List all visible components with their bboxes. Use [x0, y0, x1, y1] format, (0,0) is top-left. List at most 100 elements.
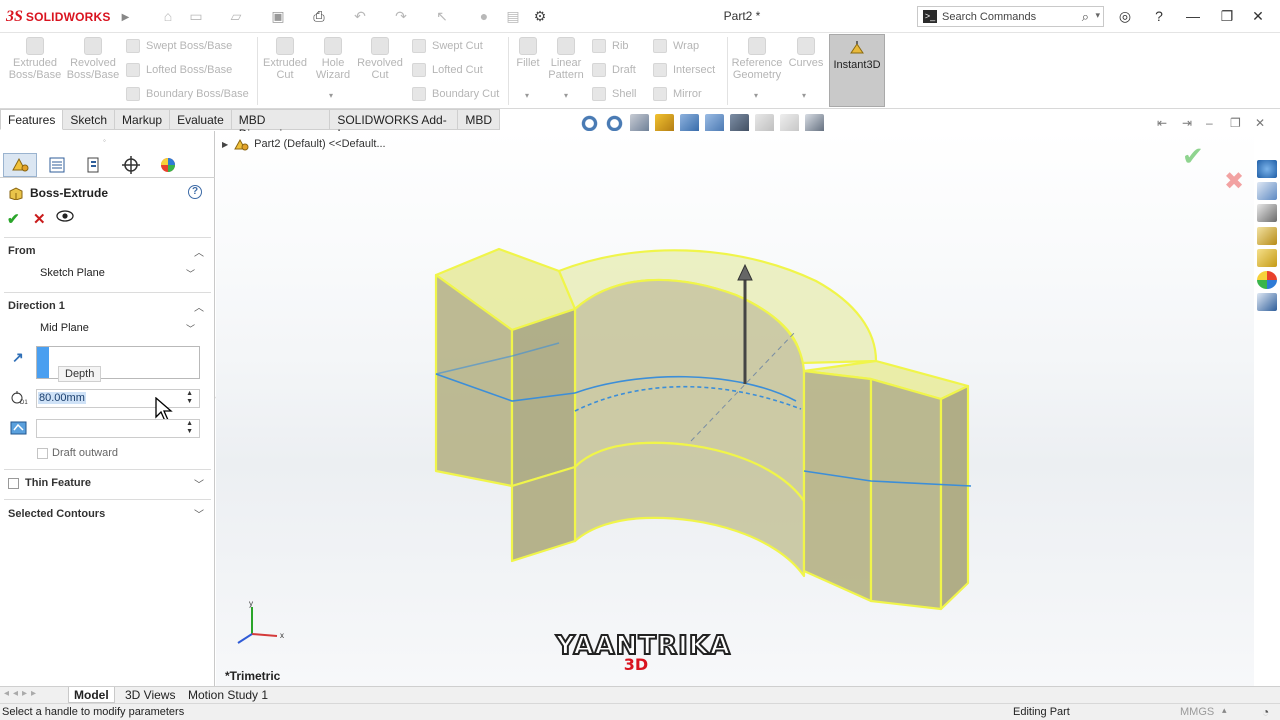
- save-icon[interactable]: ▣: [270, 8, 286, 24]
- user-account-icon[interactable]: ◎: [1115, 7, 1135, 25]
- dropdown-caret-icon[interactable]: ▾: [525, 91, 529, 100]
- view-settings-icon[interactable]: [805, 113, 824, 133]
- rib-button[interactable]: Rib: [592, 39, 629, 53]
- expand-chevron-icon[interactable]: ﹀: [194, 476, 204, 491]
- featuremanager-tab[interactable]: [3, 153, 37, 177]
- view-orientation-icon[interactable]: [680, 113, 699, 133]
- search-commands-input[interactable]: >_ Search Commands ⌕ ▾: [917, 6, 1104, 27]
- viewport-minimize-icon[interactable]: –: [1206, 116, 1213, 130]
- draft-outward-row[interactable]: Draft outward: [37, 447, 118, 459]
- lofted-boss-button[interactable]: Lofted Boss/Base: [126, 63, 232, 77]
- swept-cut-button[interactable]: Swept Cut: [412, 39, 483, 53]
- configurationmanager-tab[interactable]: [77, 153, 111, 177]
- solidworks-resources-icon[interactable]: [1257, 160, 1277, 178]
- cancel-button[interactable]: ✕: [33, 210, 46, 228]
- solidworks-logo[interactable]: 3S SOLIDWORKS ▶: [6, 8, 129, 26]
- dropdown-caret-icon[interactable]: ▾: [802, 91, 806, 100]
- menu-expand-icon[interactable]: ▶: [122, 12, 130, 23]
- end-condition-dropdown[interactable]: Mid Plane ﹀: [36, 319, 199, 337]
- select-icon[interactable]: ↖: [434, 8, 450, 24]
- collapse-chevron-icon[interactable]: ︿: [194, 299, 204, 314]
- dimxpert-tab[interactable]: [114, 153, 148, 177]
- collapse-chevron-icon[interactable]: ︿: [194, 244, 204, 259]
- mirror-button[interactable]: Mirror: [653, 87, 702, 101]
- tab-scroll-arrows-icon[interactable]: ◂◂▸▸: [4, 688, 40, 699]
- display-manager-tab[interactable]: [151, 153, 185, 177]
- dropdown-caret-icon[interactable]: ▾: [329, 91, 333, 100]
- ok-button[interactable]: ✔: [7, 210, 20, 228]
- thin-feature-checkbox[interactable]: [8, 477, 19, 489]
- extruded-boss-button[interactable]: Extruded Boss/Base: [8, 37, 62, 81]
- help-button[interactable]: ?: [188, 185, 202, 199]
- swept-boss-button[interactable]: Swept Boss/Base: [126, 39, 232, 53]
- display-style-icon[interactable]: [705, 113, 724, 133]
- undo-icon[interactable]: ↶: [352, 8, 368, 24]
- tab-motion-study-1[interactable]: Motion Study 1: [183, 687, 273, 703]
- part-model-3d[interactable]: [216, 131, 1254, 686]
- draft-outward-checkbox[interactable]: [37, 447, 48, 459]
- fillet-button[interactable]: Fillet: [512, 37, 544, 69]
- propertymanager-tab[interactable]: [40, 153, 74, 177]
- draft-button[interactable]: Draft: [592, 63, 636, 77]
- shell-button[interactable]: Shell: [592, 87, 636, 101]
- linear-pattern-button[interactable]: Linear Pattern: [546, 37, 586, 81]
- zoom-to-fit-icon[interactable]: [580, 113, 599, 133]
- previous-view-icon[interactable]: [630, 113, 649, 133]
- viewport-nav-forward-icon[interactable]: ⇥: [1182, 116, 1192, 130]
- extruded-cut-button[interactable]: Extruded Cut: [260, 37, 310, 81]
- appearances-scenes-icon[interactable]: [1257, 271, 1277, 289]
- units-dropdown-icon[interactable]: ▴: [1222, 705, 1227, 716]
- redo-icon[interactable]: ↷: [393, 8, 409, 24]
- tab-evaluate[interactable]: Evaluate: [170, 109, 232, 130]
- viewport-close-icon[interactable]: ✕: [1255, 116, 1265, 130]
- panel-grip-icon[interactable]: ◦: [103, 136, 106, 145]
- hole-wizard-button[interactable]: Hole Wizard: [312, 37, 354, 81]
- unit-system[interactable]: MMGS: [1180, 706, 1214, 718]
- tab-sketch[interactable]: Sketch: [63, 109, 116, 130]
- from-section-header[interactable]: From: [8, 245, 36, 257]
- spinner-arrows-icon[interactable]: ▲ ▼: [186, 390, 193, 406]
- thin-feature-row[interactable]: Thin Feature: [8, 477, 91, 489]
- section-view-icon[interactable]: [655, 113, 674, 133]
- close-icon[interactable]: ✕: [1248, 7, 1268, 25]
- lofted-cut-button[interactable]: Lofted Cut: [412, 63, 483, 77]
- secondary-depth-input[interactable]: ▲ ▼: [36, 419, 200, 438]
- intersect-button[interactable]: Intersect: [653, 63, 715, 77]
- direction1-section-header[interactable]: Direction 1: [8, 300, 65, 312]
- dropdown-caret-icon[interactable]: ▾: [754, 91, 758, 100]
- open-icon[interactable]: ▱: [228, 8, 244, 24]
- selected-contours-header[interactable]: Selected Contours: [8, 508, 105, 520]
- zoom-to-area-icon[interactable]: [605, 113, 624, 133]
- preview-eye-button[interactable]: [56, 209, 74, 227]
- tab-mbd-dimensions[interactable]: MBD Dimensions: [231, 109, 331, 141]
- file-explorer-icon[interactable]: [1257, 227, 1277, 245]
- apply-scene-icon[interactable]: [780, 113, 799, 133]
- dropdown-caret-icon[interactable]: ▾: [564, 91, 568, 100]
- cancel-x-icon[interactable]: ✖: [1224, 167, 1244, 196]
- tab-solidworks-add-ins[interactable]: SOLIDWORKS Add-Ins: [330, 109, 459, 141]
- home-icon[interactable]: ⌂: [160, 8, 176, 24]
- file-properties-icon[interactable]: ▤: [505, 8, 521, 24]
- hide-show-items-icon[interactable]: [730, 113, 749, 133]
- tab-model[interactable]: Model: [68, 687, 115, 703]
- rebuild-icon[interactable]: ●: [476, 8, 492, 24]
- confirm-checkmark-icon[interactable]: ✔: [1182, 141, 1204, 172]
- depth-input[interactable]: 80.00mm ▲ ▼: [36, 389, 200, 408]
- curves-button[interactable]: Curves: [788, 37, 824, 69]
- direction-arrow-icon[interactable]: ↗: [12, 349, 24, 366]
- revolved-boss-button[interactable]: Revolved Boss/Base: [66, 37, 120, 81]
- options-gear-icon[interactable]: ⚙: [532, 8, 548, 24]
- help-icon[interactable]: ?: [1149, 7, 1169, 25]
- rebuild-status-icon[interactable]: ◔: [1262, 705, 1269, 719]
- graphics-area[interactable]: ▶ Part2 (Default) <<Default... ✔ ✖ y x Y…: [216, 131, 1254, 686]
- viewport-nav-back-icon[interactable]: ⇤: [1157, 116, 1167, 130]
- spinner-arrows-icon[interactable]: ▲ ▼: [186, 420, 193, 436]
- instant3d-button[interactable]: Instant3D: [829, 34, 885, 107]
- tab-markup[interactable]: Markup: [115, 109, 171, 130]
- design-library-icon[interactable]: [1257, 204, 1277, 222]
- wrap-button[interactable]: Wrap: [653, 39, 699, 53]
- search-dropdown-icon[interactable]: ▾: [1095, 10, 1100, 21]
- tab-mbd[interactable]: MBD: [458, 109, 500, 130]
- new-document-icon[interactable]: ▭: [188, 8, 204, 24]
- boundary-cut-button[interactable]: Boundary Cut: [412, 87, 499, 101]
